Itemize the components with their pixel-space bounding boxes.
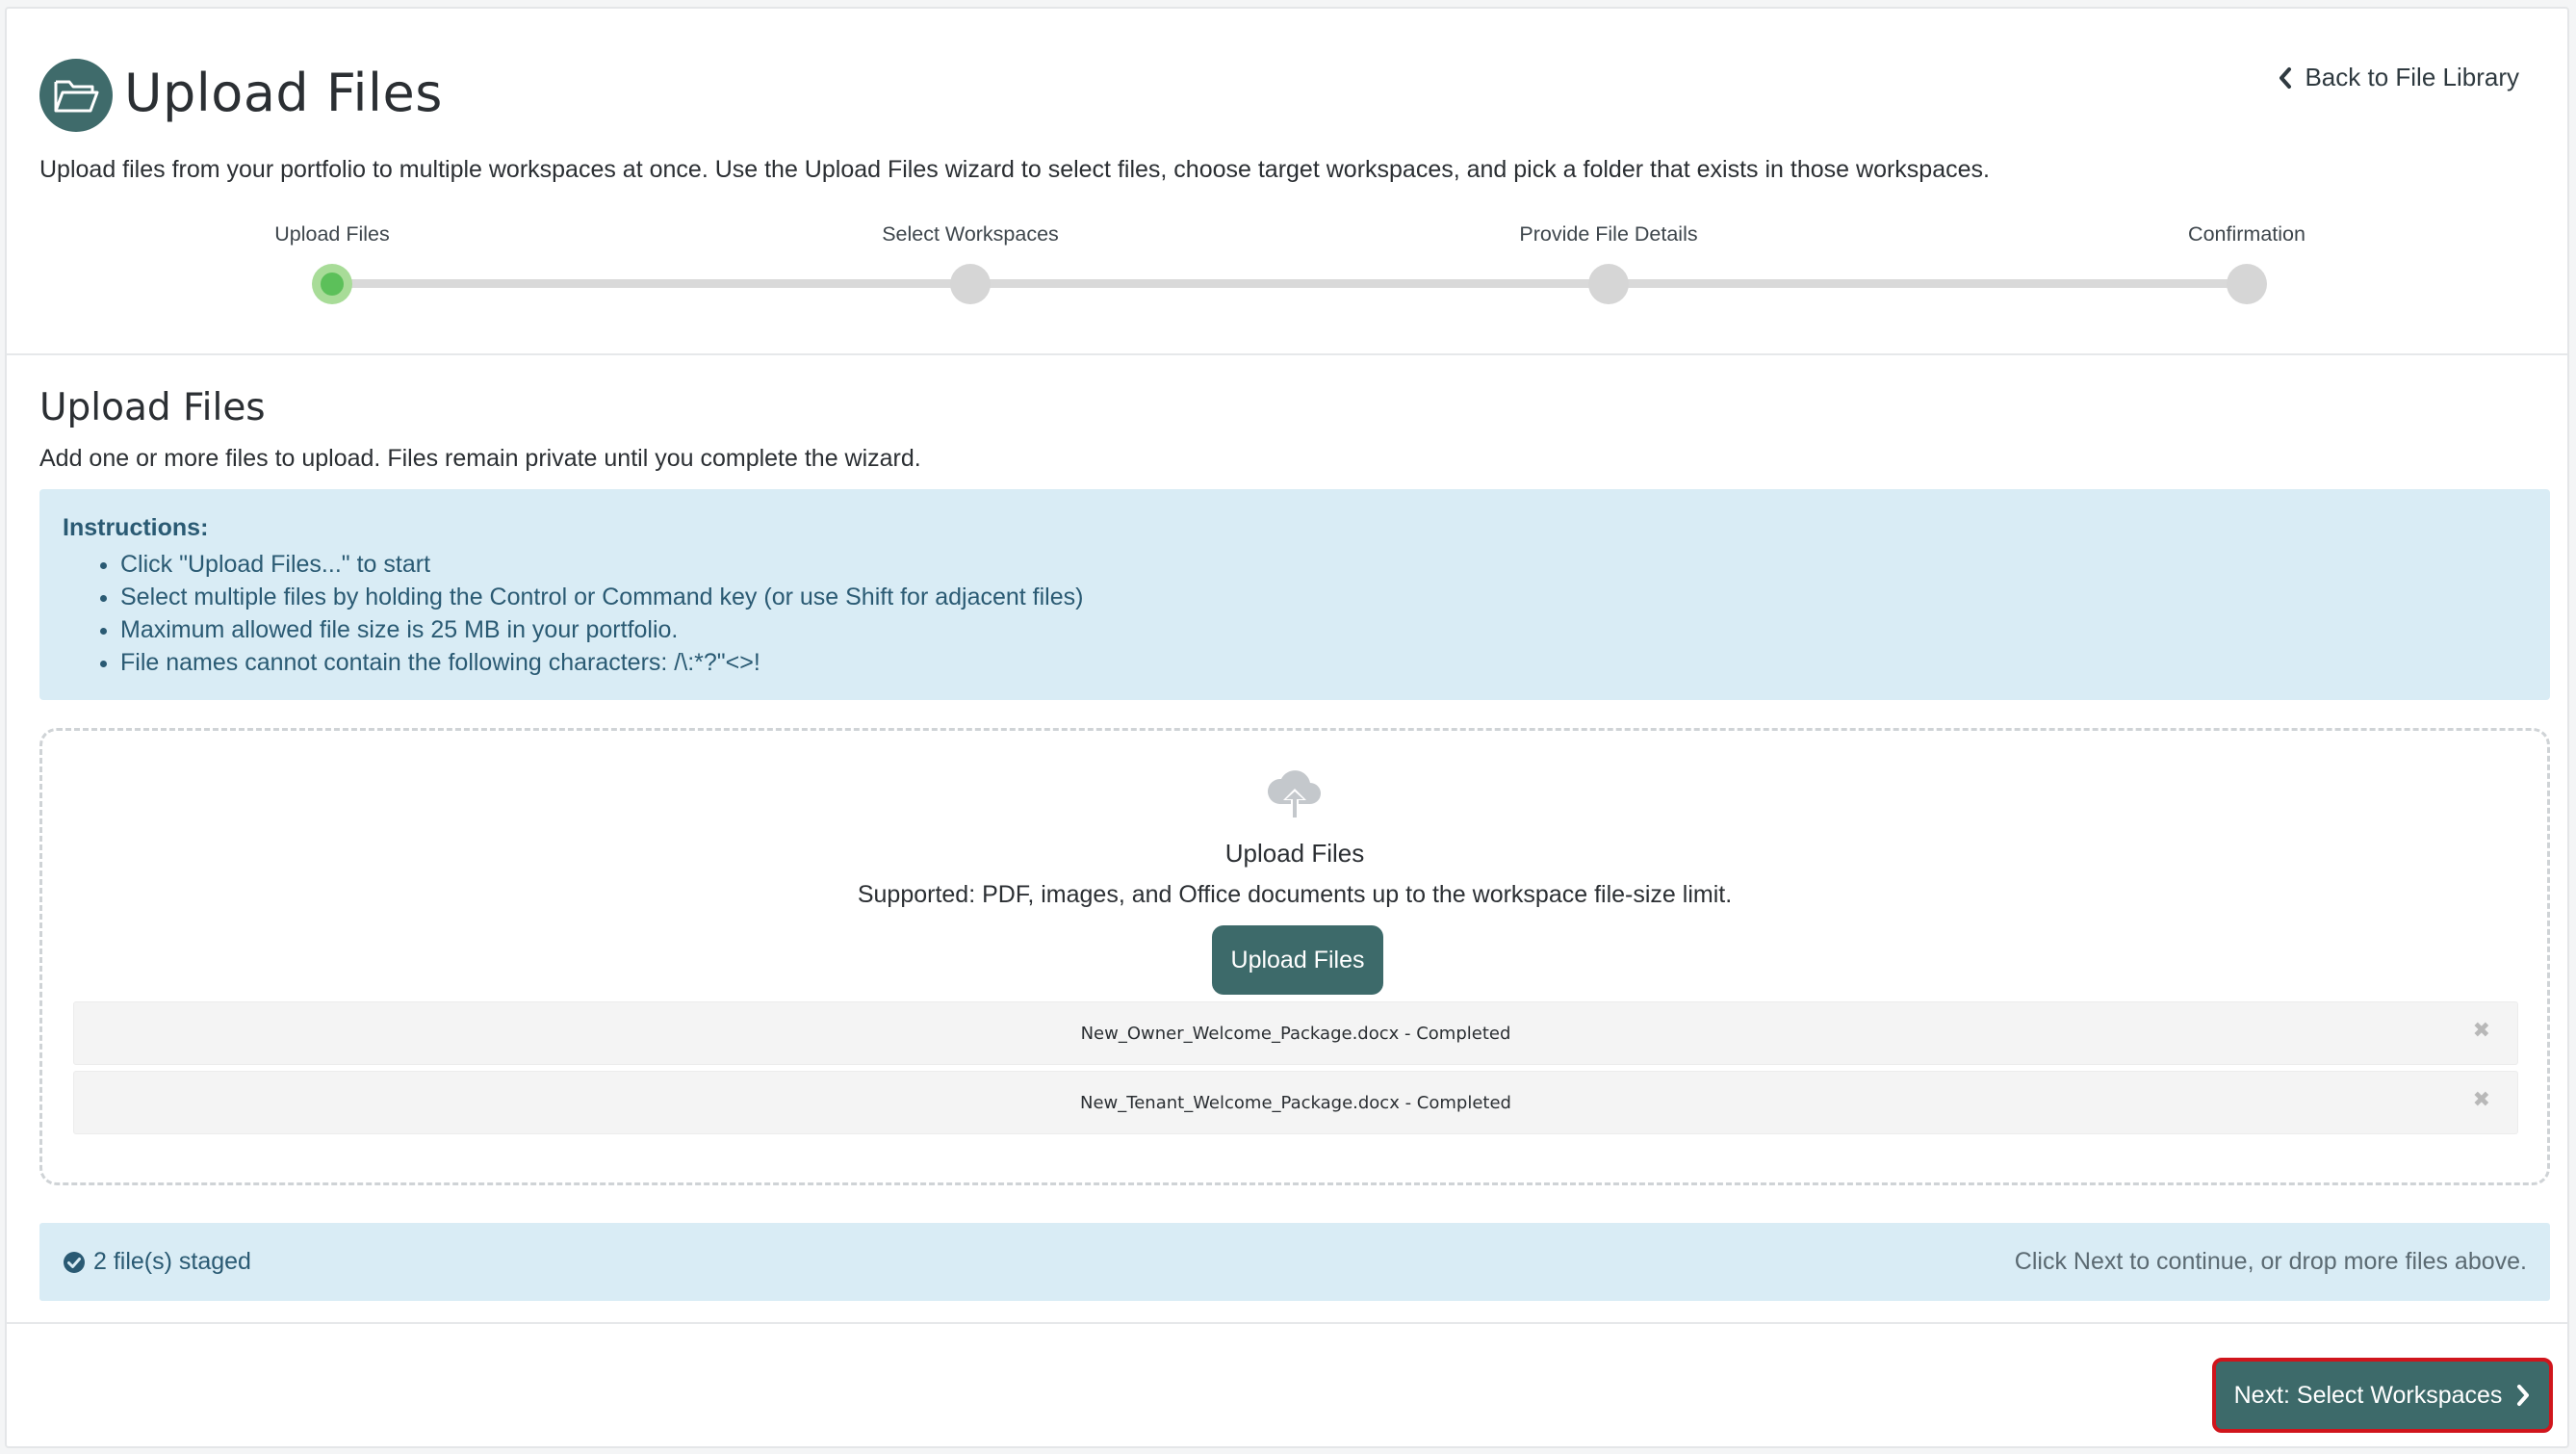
- check-circle-icon: [64, 1251, 85, 1273]
- uploaded-file-row: New_Tenant_Welcome_Package.docx - Comple…: [73, 1071, 2518, 1134]
- next-select-workspaces-button[interactable]: Next: Select Workspaces: [2212, 1358, 2553, 1433]
- next-button-label: Next: Select Workspaces: [2233, 1381, 2503, 1409]
- remove-file-icon[interactable]: ✖: [2473, 1018, 2490, 1043]
- staged-status-bar: 2 file(s) staged Click Next to continue,…: [39, 1223, 2550, 1301]
- page-title: Upload Files: [124, 63, 443, 123]
- chevron-right-icon: [2517, 1385, 2530, 1406]
- section-description: Add one or more files to upload. Files r…: [39, 445, 921, 472]
- instructions-list: Click "Upload Files..." to start Select …: [63, 548, 2527, 679]
- dropzone-supported-text: Supported: PDF, images, and Office docum…: [857, 881, 1733, 908]
- step-dot-confirmation: [2227, 264, 2267, 304]
- dropzone-title: Upload Files: [1224, 839, 1365, 868]
- step-label-select-workspaces: Select Workspaces: [882, 222, 1059, 246]
- step-dot-upload-files: [312, 264, 352, 304]
- uploaded-file-name: New_Owner_Welcome_Package.docx - Complet…: [1080, 1024, 1511, 1044]
- instruction-item: Maximum allowed file size is 25 MB in yo…: [120, 613, 2527, 646]
- uploaded-file-name: New_Tenant_Welcome_Package.docx - Comple…: [1080, 1093, 1511, 1113]
- cloud-upload-icon: [1264, 766, 1326, 828]
- staged-count: 2 file(s) staged: [93, 1248, 251, 1275]
- stepper-track: [337, 279, 2251, 288]
- back-to-library-link[interactable]: Back to File Library: [2278, 63, 2519, 92]
- upload-files-button[interactable]: Upload Files: [1212, 925, 1383, 995]
- upload-wizard-card: Upload Files Back to File Library Upload…: [5, 7, 2569, 1448]
- instructions-panel: Instructions: Click "Upload Files..." to…: [39, 489, 2550, 700]
- step-dot-select-workspaces: [950, 264, 991, 304]
- header-divider: [7, 353, 2567, 355]
- step-label-confirmation: Confirmation: [2188, 222, 2306, 246]
- instruction-item: File names cannot contain the following …: [120, 646, 2527, 679]
- footer-divider: [7, 1322, 2567, 1324]
- folder-open-icon: [39, 59, 113, 132]
- step-label-file-details: Provide File Details: [1519, 222, 1698, 246]
- instruction-item: Click "Upload Files..." to start: [120, 548, 2527, 581]
- staged-hint: Click Next to continue, or drop more fil…: [2014, 1248, 2527, 1275]
- back-link-label: Back to File Library: [2305, 63, 2519, 91]
- remove-file-icon[interactable]: ✖: [2473, 1087, 2490, 1112]
- file-dropzone[interactable]: Upload Files Supported: PDF, images, and…: [39, 728, 2550, 1185]
- section-title: Upload Files: [39, 386, 266, 429]
- step-label-upload-files: Upload Files: [274, 222, 390, 246]
- instructions-title: Instructions:: [63, 514, 209, 541]
- step-dot-file-details: [1588, 264, 1629, 304]
- intro-text: Upload files from your portfolio to mult…: [39, 156, 1990, 183]
- uploaded-file-row: New_Owner_Welcome_Package.docx - Complet…: [73, 1001, 2518, 1065]
- instruction-item: Select multiple files by holding the Con…: [120, 581, 2527, 613]
- chevron-left-icon: [2280, 66, 2292, 89]
